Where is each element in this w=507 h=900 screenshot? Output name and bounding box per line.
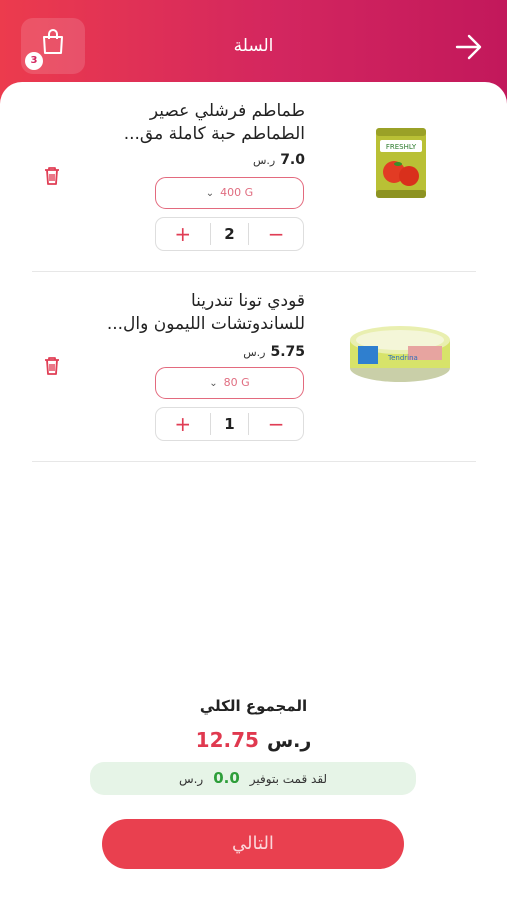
decrease-button[interactable]: − xyxy=(249,219,303,249)
decrease-button[interactable]: − xyxy=(249,409,303,439)
product-name: قودي تونا تندرينا للساندوتشات الليمون وا… xyxy=(45,290,305,336)
increase-button[interactable]: + xyxy=(156,409,210,439)
size-dropdown[interactable]: ⌄ 80 G xyxy=(155,367,304,399)
product-price: 5.75 ر.س xyxy=(185,344,305,360)
svg-text:FRESHLY: FRESHLY xyxy=(386,143,417,151)
svg-text:Tendrina: Tendrina xyxy=(387,354,418,362)
product-price: 7.0 ر.س xyxy=(185,152,305,168)
price-amount: 7.0 xyxy=(280,152,305,168)
product-image: FRESHLY xyxy=(376,128,426,198)
savings-banner: لقد قمت بتوفير 0.0 ر.س xyxy=(90,762,416,795)
total-currency: ر.س xyxy=(266,730,312,752)
quantity-value: 1 xyxy=(209,413,250,435)
price-currency: ر.س xyxy=(243,346,266,359)
savings-currency: ر.س xyxy=(178,772,204,786)
size-dropdown[interactable]: ⌄ 400 G xyxy=(155,177,304,209)
price-amount: 5.75 xyxy=(270,344,305,360)
savings-label: لقد قمت بتوفير xyxy=(249,772,328,786)
product-image: Tendrina xyxy=(350,326,450,382)
trash-icon[interactable] xyxy=(43,166,61,186)
trash-icon[interactable] xyxy=(43,356,61,376)
arrow-right-icon[interactable] xyxy=(455,34,483,60)
product-name-line: قودي تونا تندرينا xyxy=(190,291,305,311)
cart-item: FRESHLY طماطم فرشلي عصير الطماطم حبة كام… xyxy=(0,82,507,272)
size-value: 80 G xyxy=(223,376,250,389)
savings-amount: 0.0 xyxy=(213,769,240,787)
product-name-line: طماطم فرشلي عصير xyxy=(149,101,305,121)
total-amount-row: ر.س 12.75 xyxy=(0,728,507,752)
product-name: طماطم فرشلي عصير الطماطم حبة كاملة مق... xyxy=(45,100,305,146)
total-label: المجموع الكلي xyxy=(199,697,308,715)
product-name-line: الطماطم حبة كاملة مق... xyxy=(123,124,305,144)
divider xyxy=(32,461,476,462)
quantity-stepper: + 2 − xyxy=(155,217,304,251)
price-currency: ر.س xyxy=(252,154,276,167)
chevron-down-icon: ⌄ xyxy=(209,378,218,389)
cart-item: Tendrina قودي تونا تندرينا للساندوتشات ا… xyxy=(0,272,507,462)
chevron-down-icon: ⌄ xyxy=(205,188,215,199)
product-name-line: للساندوتشات الليمون وال... xyxy=(106,314,305,334)
page-title: السلة xyxy=(233,36,274,56)
quantity-value: 2 xyxy=(209,223,250,245)
increase-button[interactable]: + xyxy=(156,219,210,249)
quantity-stepper: + 1 − xyxy=(155,407,304,441)
next-button[interactable]: التالي xyxy=(102,819,404,869)
size-value: 400 G xyxy=(220,186,254,199)
total-amount: 12.75 xyxy=(195,728,259,752)
